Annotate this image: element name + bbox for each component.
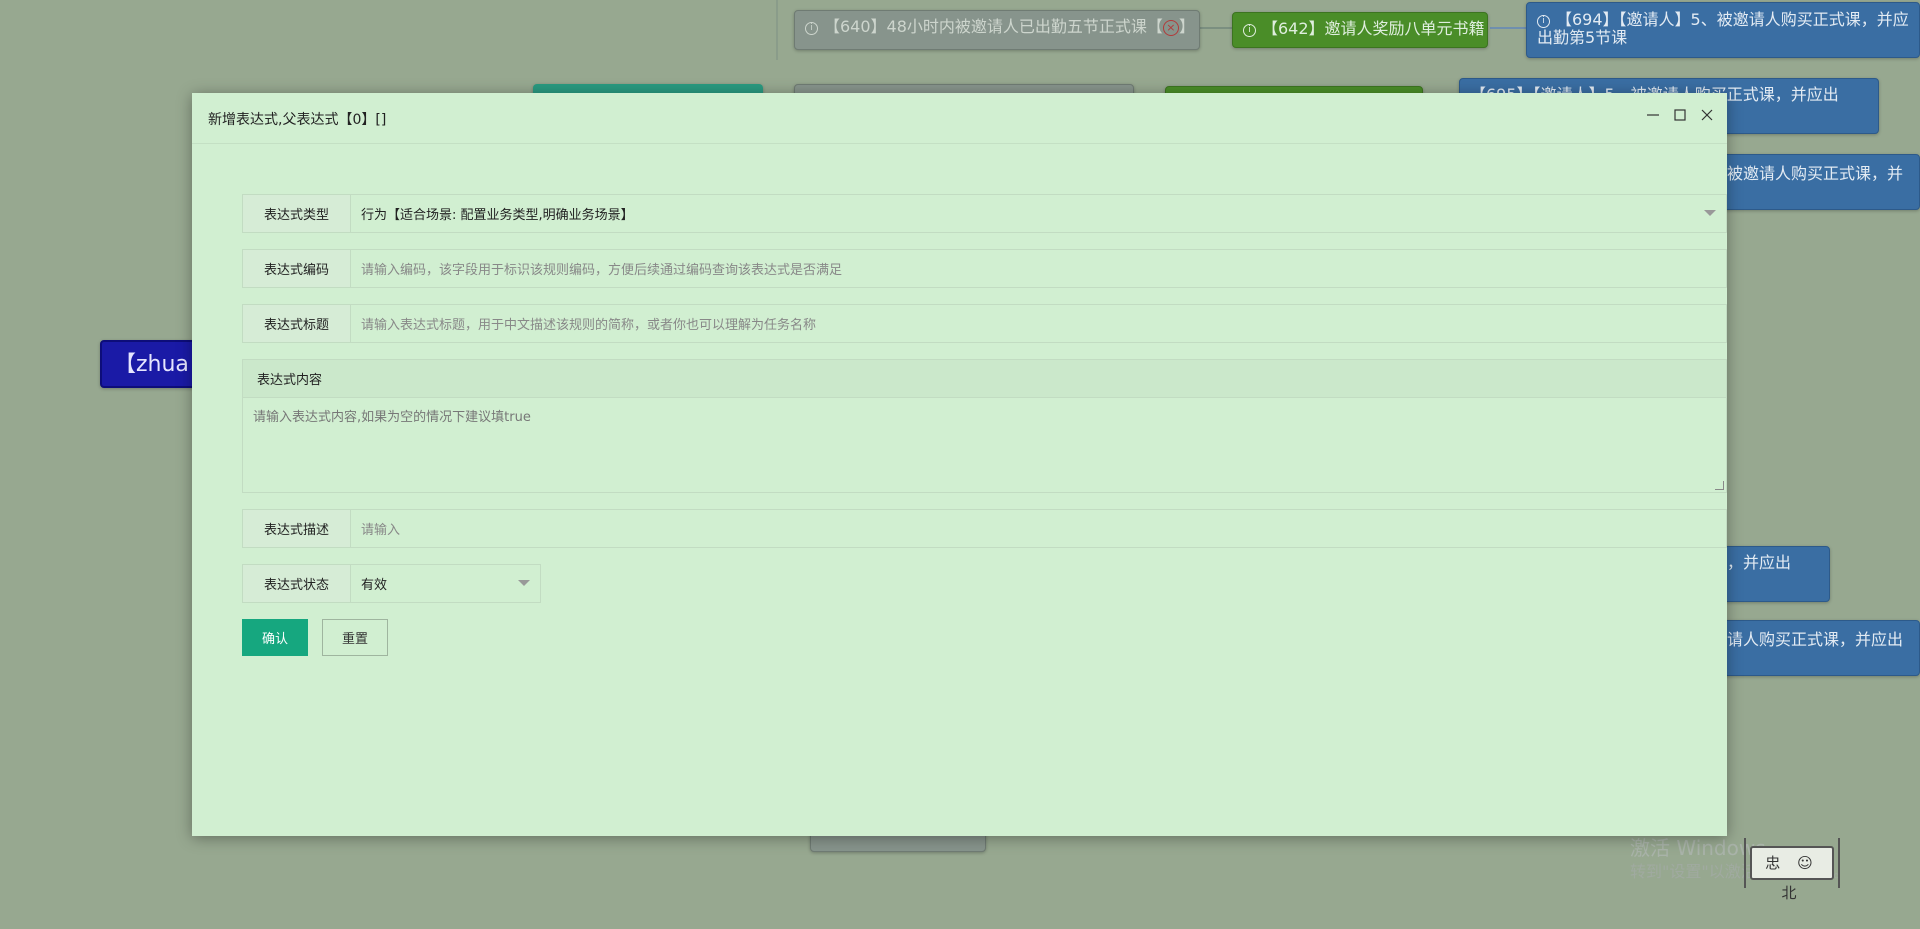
- info-icon: i: [1243, 24, 1256, 37]
- node-label: 【694】【邀请人】5、被邀请人购买正式课，并应出勤第5节课: [1537, 10, 1909, 47]
- expression-content-textarea[interactable]: 请输入表达式内容,如果为空的情况下建议填true: [243, 398, 1726, 492]
- resize-handle-icon[interactable]: [1715, 481, 1724, 490]
- mind-node-642[interactable]: i 【642】邀请人奖励八单元书籍: [1232, 12, 1488, 48]
- node-label: 【zhua: [114, 352, 189, 377]
- node-label: 【640】48小时内被邀请人已出勤五节正式课【: [824, 17, 1163, 36]
- expression-code-label: 表达式编码: [243, 250, 351, 287]
- mind-node-blue-a[interactable]: 、被邀请人购买正式课，并: [1700, 154, 1920, 210]
- chevron-down-icon: [1704, 210, 1716, 216]
- expression-content-block: 表达式内容 请输入表达式内容,如果为空的情况下建议填true: [242, 359, 1727, 493]
- expression-content-label: 表达式内容: [243, 360, 1726, 398]
- node-label: 邀请人购买正式课，并应出: [1711, 630, 1904, 649]
- node-label-end: 】: [1178, 17, 1195, 36]
- expression-status-value: 有效: [361, 578, 388, 593]
- minimize-icon[interactable]: [1644, 105, 1661, 125]
- scroll-stamp-logo: 忠 ☺ 北: [1744, 838, 1840, 902]
- window-controls: [1644, 105, 1715, 125]
- dialog-header: 新增表达式,父表达式【0】[]: [192, 93, 1727, 144]
- dialog-title: 新增表达式,父表达式【0】[]: [208, 112, 387, 128]
- expression-title-row: 表达式标题 请输入表达式标题，用于中文描述该规则的简称，或者你也可以理解为任务名…: [242, 304, 1727, 343]
- expression-status-label: 表达式状态: [243, 565, 351, 602]
- close-icon[interactable]: [1698, 105, 1715, 125]
- connector-line: [1200, 27, 1232, 29]
- expression-status-select[interactable]: 有效: [351, 565, 540, 602]
- node-label: 、被邀请人购买正式课，并: [1711, 164, 1904, 183]
- expression-type-label: 表达式类型: [243, 195, 351, 232]
- info-icon: i: [805, 22, 818, 35]
- expression-content-placeholder: 请输入表达式内容,如果为空的情况下建议填true: [253, 410, 531, 425]
- connector-line: [1490, 27, 1526, 29]
- expression-desc-row: 表达式描述 请输入: [242, 509, 1727, 548]
- info-icon: i: [1537, 15, 1550, 28]
- expression-type-value: 行为【适合场景: 配置业务类型,明确业务场景】: [361, 208, 634, 223]
- expression-type-row: 表达式类型 行为【适合场景: 配置业务类型,明确业务场景】: [242, 194, 1727, 233]
- maximize-icon[interactable]: [1671, 105, 1688, 125]
- add-expression-dialog: 新增表达式,父表达式【0】[] 表达式类型 行为【适合场景: 配置业务类型,明确…: [192, 93, 1727, 836]
- node-label: 【642】邀请人奖励八单元书籍: [1262, 19, 1485, 38]
- expression-type-select[interactable]: 行为【适合场景: 配置业务类型,明确业务场景】: [351, 195, 1726, 232]
- expression-status-row: 表达式状态 有效: [242, 564, 541, 603]
- mind-node-blue-c[interactable]: 邀请人购买正式课，并应出: [1700, 620, 1920, 676]
- mind-node-694[interactable]: i 【694】【邀请人】5、被邀请人购买正式课，并应出勤第5节课: [1526, 2, 1920, 58]
- chevron-down-icon: [518, 580, 530, 586]
- reset-button[interactable]: 重置: [322, 619, 388, 656]
- dialog-form: 表达式类型 行为【适合场景: 配置业务类型,明确业务场景】 表达式编码 请输入编…: [242, 194, 1727, 656]
- form-actions: 确认 重置: [242, 619, 1727, 656]
- expression-code-input[interactable]: 请输入编码，该字段用于标识该规则编码，方便后续通过编码查询该表达式是否满足: [351, 250, 1726, 287]
- expression-title-label: 表达式标题: [243, 305, 351, 342]
- expression-title-input[interactable]: 请输入表达式标题，用于中文描述该规则的简称，或者你也可以理解为任务名称: [351, 305, 1726, 342]
- expression-desc-input[interactable]: 请输入: [351, 510, 1726, 547]
- remove-icon[interactable]: ×: [1162, 20, 1179, 36]
- mind-node-640[interactable]: i 【640】48小时内被邀请人已出勤五节正式课【 ×】: [794, 10, 1200, 50]
- expression-code-row: 表达式编码 请输入编码，该字段用于标识该规则编码，方便后续通过编码查询该表达式是…: [242, 249, 1727, 288]
- expression-desc-label: 表达式描述: [243, 510, 351, 547]
- confirm-button[interactable]: 确认: [242, 619, 308, 656]
- connector-line: [776, 0, 778, 60]
